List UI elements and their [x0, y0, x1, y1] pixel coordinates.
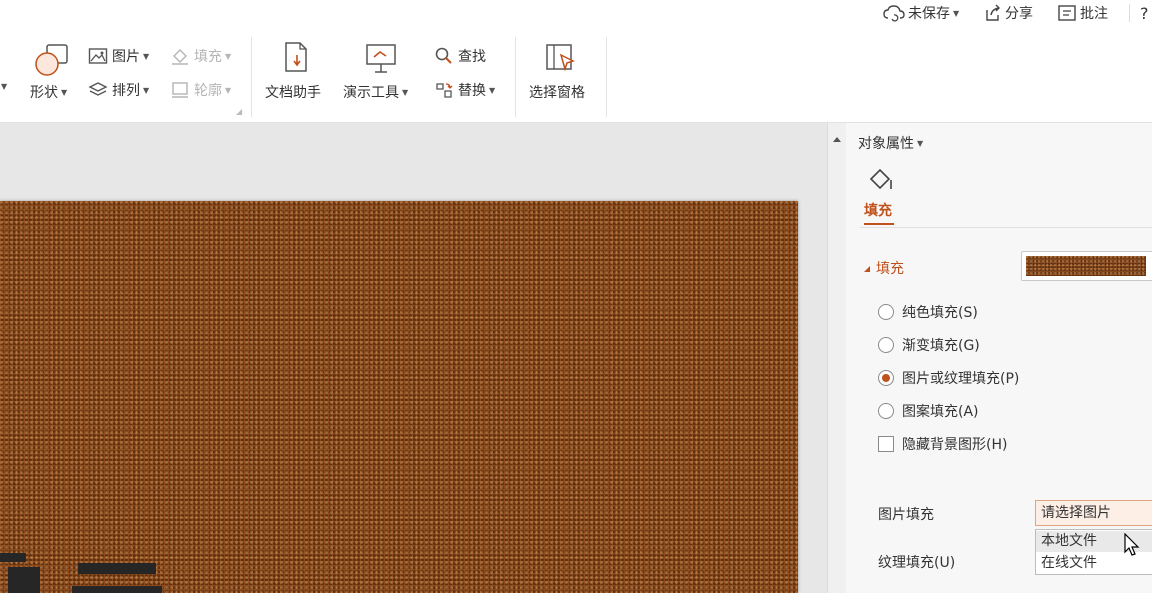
slide-canvas-area[interactable] [0, 123, 827, 593]
chevron-down-icon[interactable]: ▼ [1, 82, 7, 91]
radio-gradient-fill[interactable]: 渐变填充(G) [878, 335, 980, 355]
help-button[interactable]: ? [1140, 3, 1149, 23]
radio-button[interactable] [878, 403, 894, 419]
fill-preview-dropdown[interactable] [1021, 251, 1152, 281]
unsaved-label: 未保存 [908, 6, 950, 22]
divider [1129, 4, 1130, 22]
chevron-down-icon: ▼ [143, 51, 150, 61]
fill-bucket-icon [172, 49, 188, 65]
slide-title-fragment [8, 567, 40, 593]
chevron-down-icon: ▼ [917, 138, 924, 148]
radio-label: 图片或纹理填充(P) [902, 371, 1020, 387]
panel-title[interactable]: 对象属性 ▼ [858, 133, 923, 153]
vertical-scrollbar[interactable] [827, 123, 847, 593]
fill-label: 填充 [194, 49, 222, 65]
replace-label: 替换 [458, 83, 486, 99]
picture-icon [88, 48, 108, 64]
find-label: 查找 [458, 49, 486, 65]
slide-title-fragment [72, 586, 162, 593]
doc-helper-button[interactable]: 文档助手 [265, 82, 321, 102]
tab-fill[interactable]: 填充 [864, 200, 892, 220]
cloud-sync-icon [883, 5, 905, 22]
checkbox[interactable] [878, 436, 894, 452]
panel-title-label: 对象属性 [858, 136, 914, 152]
slide[interactable] [0, 201, 798, 593]
chevron-down-icon: ▼ [489, 85, 496, 95]
shape-button[interactable]: 形状 ▼ [30, 82, 67, 102]
shape-icon [35, 44, 68, 76]
radio-label: 纯色填充(S) [902, 305, 978, 321]
ribbon-toolbar: ▼ 形状 ▼ 图片 ▼ 填充 ▼ 排列 ▼ 轮廓 ▼ ◢ 文档助手 演示工具 ▼… [0, 27, 1152, 123]
picture-fill-select[interactable]: 请选择图片 [1035, 500, 1152, 526]
divider [860, 227, 1152, 228]
radio-button[interactable] [878, 304, 894, 320]
fill-button[interactable]: 填充 ▼ [170, 45, 231, 67]
picture-fill-label: 图片填充 [878, 507, 934, 523]
unsaved-status[interactable]: 未保存 ▼ [883, 3, 959, 23]
checkbox-label: 隐藏背景图形(H) [902, 437, 1008, 453]
arrange-button[interactable]: 排列 ▼ [88, 79, 149, 101]
present-tools-label: 演示工具 [343, 85, 399, 101]
texture-fill-label: 纹理填充(U) [878, 555, 956, 571]
radio-button[interactable] [878, 337, 894, 353]
chevron-down-icon: ▼ [225, 51, 232, 61]
radio-solid-fill[interactable]: 纯色填充(S) [878, 302, 978, 322]
group-separator [606, 37, 607, 117]
object-properties-panel: 对象属性 ▼ 填充 填充 纯色填充(S) 渐变填充(G) 图片或纹理填充(P) … [846, 123, 1152, 593]
radio-label: 图案填充(A) [902, 404, 979, 420]
chevron-down-icon: ▼ [402, 87, 409, 97]
outline-label: 轮廓 [194, 83, 222, 99]
layers-icon [88, 82, 108, 96]
group-separator [251, 37, 252, 117]
group-separator [515, 37, 516, 117]
radio-button[interactable] [878, 370, 894, 386]
hide-background-checkbox[interactable]: 隐藏背景图形(H) [878, 434, 1007, 454]
present-tools-button[interactable]: 演示工具 ▼ [343, 82, 408, 102]
chevron-down-icon: ▼ [143, 85, 150, 95]
radio-label: 渐变填充(G) [902, 338, 980, 354]
chevron-down-icon: ▼ [953, 8, 960, 18]
chevron-down-icon: ▼ [225, 85, 232, 95]
outline-button[interactable]: 轮廓 ▼ [170, 79, 231, 101]
select-pane-label: 选择窗格 [529, 85, 585, 101]
scroll-up-arrow-icon[interactable] [833, 137, 841, 142]
fill-section-header[interactable]: 填充 [864, 258, 904, 278]
comment-label: 批注 [1080, 6, 1108, 22]
radio-picture-texture-fill[interactable]: 图片或纹理填充(P) [878, 368, 1019, 388]
slide-title-fragment [0, 553, 26, 562]
doc-helper-icon [285, 42, 307, 72]
share-icon [986, 4, 1000, 21]
magnifier-icon [435, 47, 452, 64]
picture-button[interactable]: 图片 ▼ [88, 45, 149, 67]
mouse-pointer-icon [1124, 533, 1140, 556]
chevron-down-icon: ▼ [61, 87, 68, 97]
radio-pattern-fill[interactable]: 图案填充(A) [878, 401, 979, 421]
select-pane-icon [546, 44, 575, 72]
replace-button[interactable]: 替换 ▼ [434, 79, 495, 101]
doc-helper-label: 文档助手 [265, 85, 321, 101]
title-bar: 未保存 ▼ 分享 批注 ? [0, 0, 1152, 27]
picture-label: 图片 [112, 49, 140, 65]
group-expand-icon[interactable]: ◢ [236, 107, 242, 116]
replace-icon [436, 83, 453, 98]
collapse-triangle-icon [864, 266, 870, 272]
find-button[interactable]: 查找 [434, 45, 486, 67]
fill-bucket-icon[interactable] [866, 165, 896, 195]
presentation-icon [366, 44, 396, 73]
outline-icon [172, 82, 188, 98]
comment-icon [1058, 5, 1076, 21]
arrange-label: 排列 [112, 83, 140, 99]
share-label: 分享 [1005, 6, 1033, 22]
fill-section-label: 填充 [876, 261, 904, 277]
slide-title-fragment [78, 563, 156, 574]
help-label: ? [1140, 3, 1149, 23]
fill-preview-swatch [1026, 256, 1146, 276]
select-pane-button[interactable]: 选择窗格 [529, 82, 585, 102]
comment-button[interactable]: 批注 [1057, 3, 1108, 23]
shape-label: 形状 [30, 85, 58, 101]
share-button[interactable]: 分享 [984, 3, 1033, 23]
active-tab-indicator [864, 223, 894, 225]
